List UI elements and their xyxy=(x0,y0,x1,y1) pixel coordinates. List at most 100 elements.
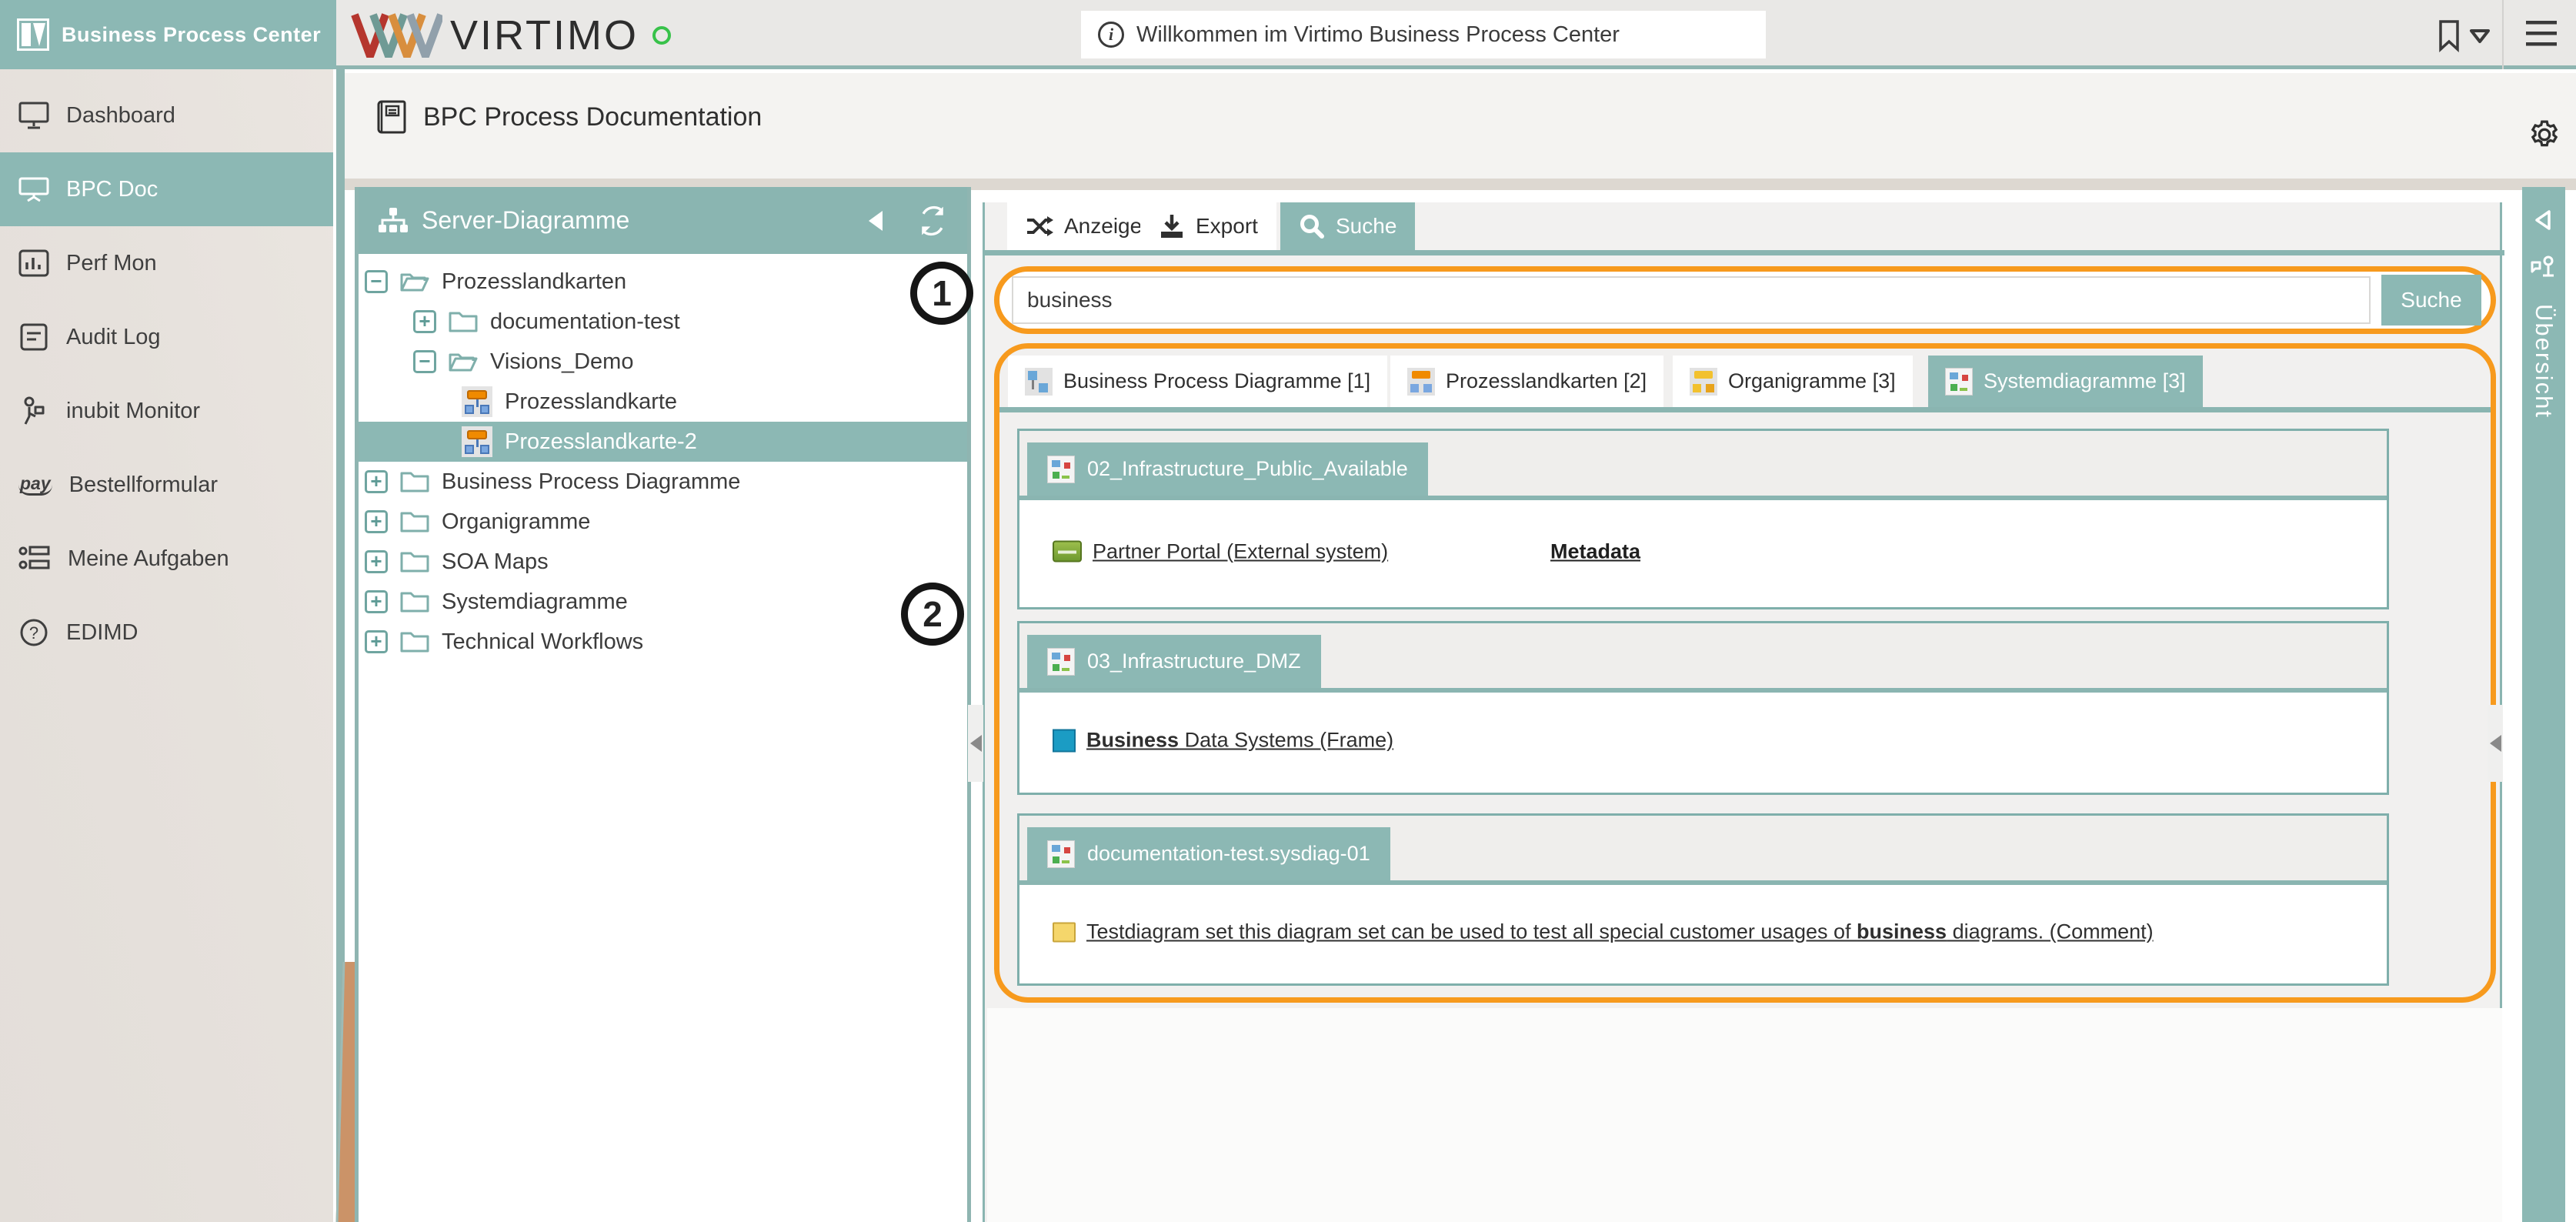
tree-row-soa-maps[interactable]: SOA Maps xyxy=(359,542,967,582)
result-item-testdiagram-comment[interactable]: Testdiagram set this diagram set can be … xyxy=(1053,920,2154,944)
question-icon: ? xyxy=(20,619,48,646)
comment-note-icon xyxy=(1053,922,1076,942)
expand-icon[interactable] xyxy=(365,630,388,653)
collapse-expander-icon[interactable] xyxy=(413,350,436,373)
download-icon xyxy=(1161,215,1183,238)
result-tab-label: Organigramme [3] xyxy=(1728,369,1896,392)
tab-label: Anzeige xyxy=(1064,214,1143,238)
sidebar-item-label: Bestellformular xyxy=(68,472,219,497)
sidebar-item-dashboard[interactable]: Dashboard xyxy=(0,78,333,152)
tree-row-documentation-test[interactable]: documentation-test xyxy=(359,302,967,342)
group-title-tab[interactable]: documentation-test.sysdiag-01 xyxy=(1027,827,1390,880)
monitor-icon xyxy=(18,102,49,129)
folder-icon xyxy=(400,512,429,533)
result-tab-prozesslandkarten[interactable]: Prozesslandkarten [2] xyxy=(1390,356,1664,407)
svg-text:?: ? xyxy=(29,623,38,643)
folder-icon xyxy=(449,312,478,332)
tree-row-technical-workflows[interactable]: Technical Workflows xyxy=(359,622,967,662)
folder-icon xyxy=(400,632,429,653)
hamburger-menu-icon[interactable] xyxy=(2526,20,2557,48)
tab-export[interactable]: Export xyxy=(1140,202,1276,250)
expand-icon[interactable] xyxy=(365,510,388,533)
sidebar-item-label: Dashboard xyxy=(66,102,175,128)
folder-open-icon xyxy=(449,353,478,372)
virtimo-wave-icon xyxy=(351,13,442,58)
info-icon: i xyxy=(1098,22,1124,48)
folder-open-icon xyxy=(400,273,429,292)
tree-collapse-handle[interactable] xyxy=(968,705,983,782)
expand-icon[interactable] xyxy=(365,550,388,573)
sidebar-item-edimd[interactable]: ? EDIMD xyxy=(0,596,333,669)
sidebar-item-bestellformular[interactable]: pay Bestellformular xyxy=(0,448,333,522)
tree-row-visions-demo[interactable]: Visions_Demo xyxy=(359,342,967,382)
result-tab-systemdiagramme[interactable]: Systemdiagramme [3] xyxy=(1928,356,2203,407)
sidebar-item-meine-aufgaben[interactable]: Meine Aufgaben xyxy=(0,522,333,596)
tree-row-prozesslandkarten[interactable]: Prozesslandkarten xyxy=(359,262,967,302)
tree-row-label: Prozesslandkarte xyxy=(505,389,678,414)
system-diagram-icon xyxy=(1047,840,1075,868)
tree-row-label: SOA Maps xyxy=(442,549,549,574)
process-map-icon xyxy=(462,386,492,417)
group-title: 03_Infrastructure_DMZ xyxy=(1087,649,1301,673)
refresh-icon[interactable] xyxy=(915,204,950,238)
process-map-icon xyxy=(462,426,492,457)
tree-row-prozesslandkarte[interactable]: Prozesslandkarte xyxy=(359,382,967,422)
tree-row-organigramme[interactable]: Organigramme xyxy=(359,502,967,542)
group-title: 02_Infrastructure_Public_Available xyxy=(1087,457,1408,480)
sidebar-item-inubit-monitor[interactable]: inubit Monitor xyxy=(0,374,333,448)
sidebar-item-audit-log[interactable]: Audit Log xyxy=(0,300,333,374)
bar-chart-icon xyxy=(18,249,49,277)
search-results-area: Business Process Diagramme [1] Prozessla… xyxy=(994,343,2496,1003)
bpd-diagram-icon xyxy=(1025,367,1053,396)
result-item-business-data-systems[interactable]: Business Data Systems (Frame) xyxy=(1053,729,1393,753)
tab-label: Export xyxy=(1196,214,1258,238)
metadata-link[interactable]: Metadata xyxy=(1550,539,1640,563)
overview-collapse-handle[interactable] xyxy=(2488,705,2503,782)
expand-icon[interactable] xyxy=(365,470,388,493)
person-icon xyxy=(24,396,45,425)
external-system-icon xyxy=(1053,540,1082,563)
tree-row-label: Visions_Demo xyxy=(490,349,634,374)
presentation-icon xyxy=(18,177,49,202)
result-tabs-underline xyxy=(999,407,2491,412)
bookmark-caret-down-icon[interactable] xyxy=(2468,28,2491,45)
tree-row-business-process-diagramme[interactable]: Business Process Diagramme xyxy=(359,462,967,502)
app-brand[interactable]: Business Process Center xyxy=(0,0,336,69)
result-group-infrastructure-dmz: 03_Infrastructure_DMZ Business Data Syst… xyxy=(1017,621,2389,795)
shuffle-icon xyxy=(1027,216,1053,236)
overview-tab-label: Übersicht xyxy=(2531,304,2558,419)
book-icon xyxy=(377,100,406,134)
welcome-notification: i Willkommen im Virtimo Business Process… xyxy=(1081,11,1766,58)
top-header: Business Process Center VIRTIMO i Willko… xyxy=(0,0,2576,69)
collapse-left-icon[interactable] xyxy=(869,210,883,231)
tabs-underline xyxy=(985,250,2504,255)
search-button[interactable]: Suche xyxy=(2381,275,2481,326)
tree-row-label: Prozesslandkarten xyxy=(442,269,627,294)
sidebar-item-perf-mon[interactable]: Perf Mon xyxy=(0,226,333,300)
pay-icon: pay xyxy=(18,474,52,496)
results-pane-footer-area xyxy=(987,1008,2502,1222)
group-body: Business Data Systems (Frame) xyxy=(1019,693,2387,788)
expand-icon[interactable] xyxy=(365,590,388,613)
gear-icon[interactable] xyxy=(2527,117,2562,152)
tree-row-systemdiagramme[interactable]: Systemdiagramme xyxy=(359,582,967,622)
status-ring-icon xyxy=(652,26,672,45)
tree-row-prozesslandkarte-2[interactable]: Prozesslandkarte-2 xyxy=(359,422,967,462)
result-item-partner-portal[interactable]: Partner Portal (External system) xyxy=(1053,539,1388,563)
bookmark-icon[interactable] xyxy=(2431,17,2468,54)
document-icon xyxy=(20,323,48,351)
collapse-left-icon[interactable] xyxy=(2534,209,2554,232)
collapse-expander-icon[interactable] xyxy=(365,270,388,293)
overview-side-tab[interactable]: Übersicht xyxy=(2522,187,2565,1222)
tab-suche[interactable]: Suche xyxy=(1280,202,1416,250)
result-tab-organigramme[interactable]: Organigramme [3] xyxy=(1673,356,1913,407)
group-title-tab[interactable]: 02_Infrastructure_Public_Available xyxy=(1027,442,1428,496)
sidebar-item-bpc-doc[interactable]: BPC Doc xyxy=(0,152,333,226)
virtimo-wordmark: VIRTIMO xyxy=(450,12,639,58)
tab-anzeige[interactable]: Anzeige xyxy=(1007,202,1161,250)
group-title-tab[interactable]: 03_Infrastructure_DMZ xyxy=(1027,635,1321,688)
expand-icon[interactable] xyxy=(413,310,436,333)
result-tab-business-process-diagramme[interactable]: Business Process Diagramme [1] xyxy=(1008,356,1388,407)
result-group-infrastructure-public: 02_Infrastructure_Public_Available Partn… xyxy=(1017,429,2389,609)
search-input[interactable] xyxy=(1012,276,2371,324)
